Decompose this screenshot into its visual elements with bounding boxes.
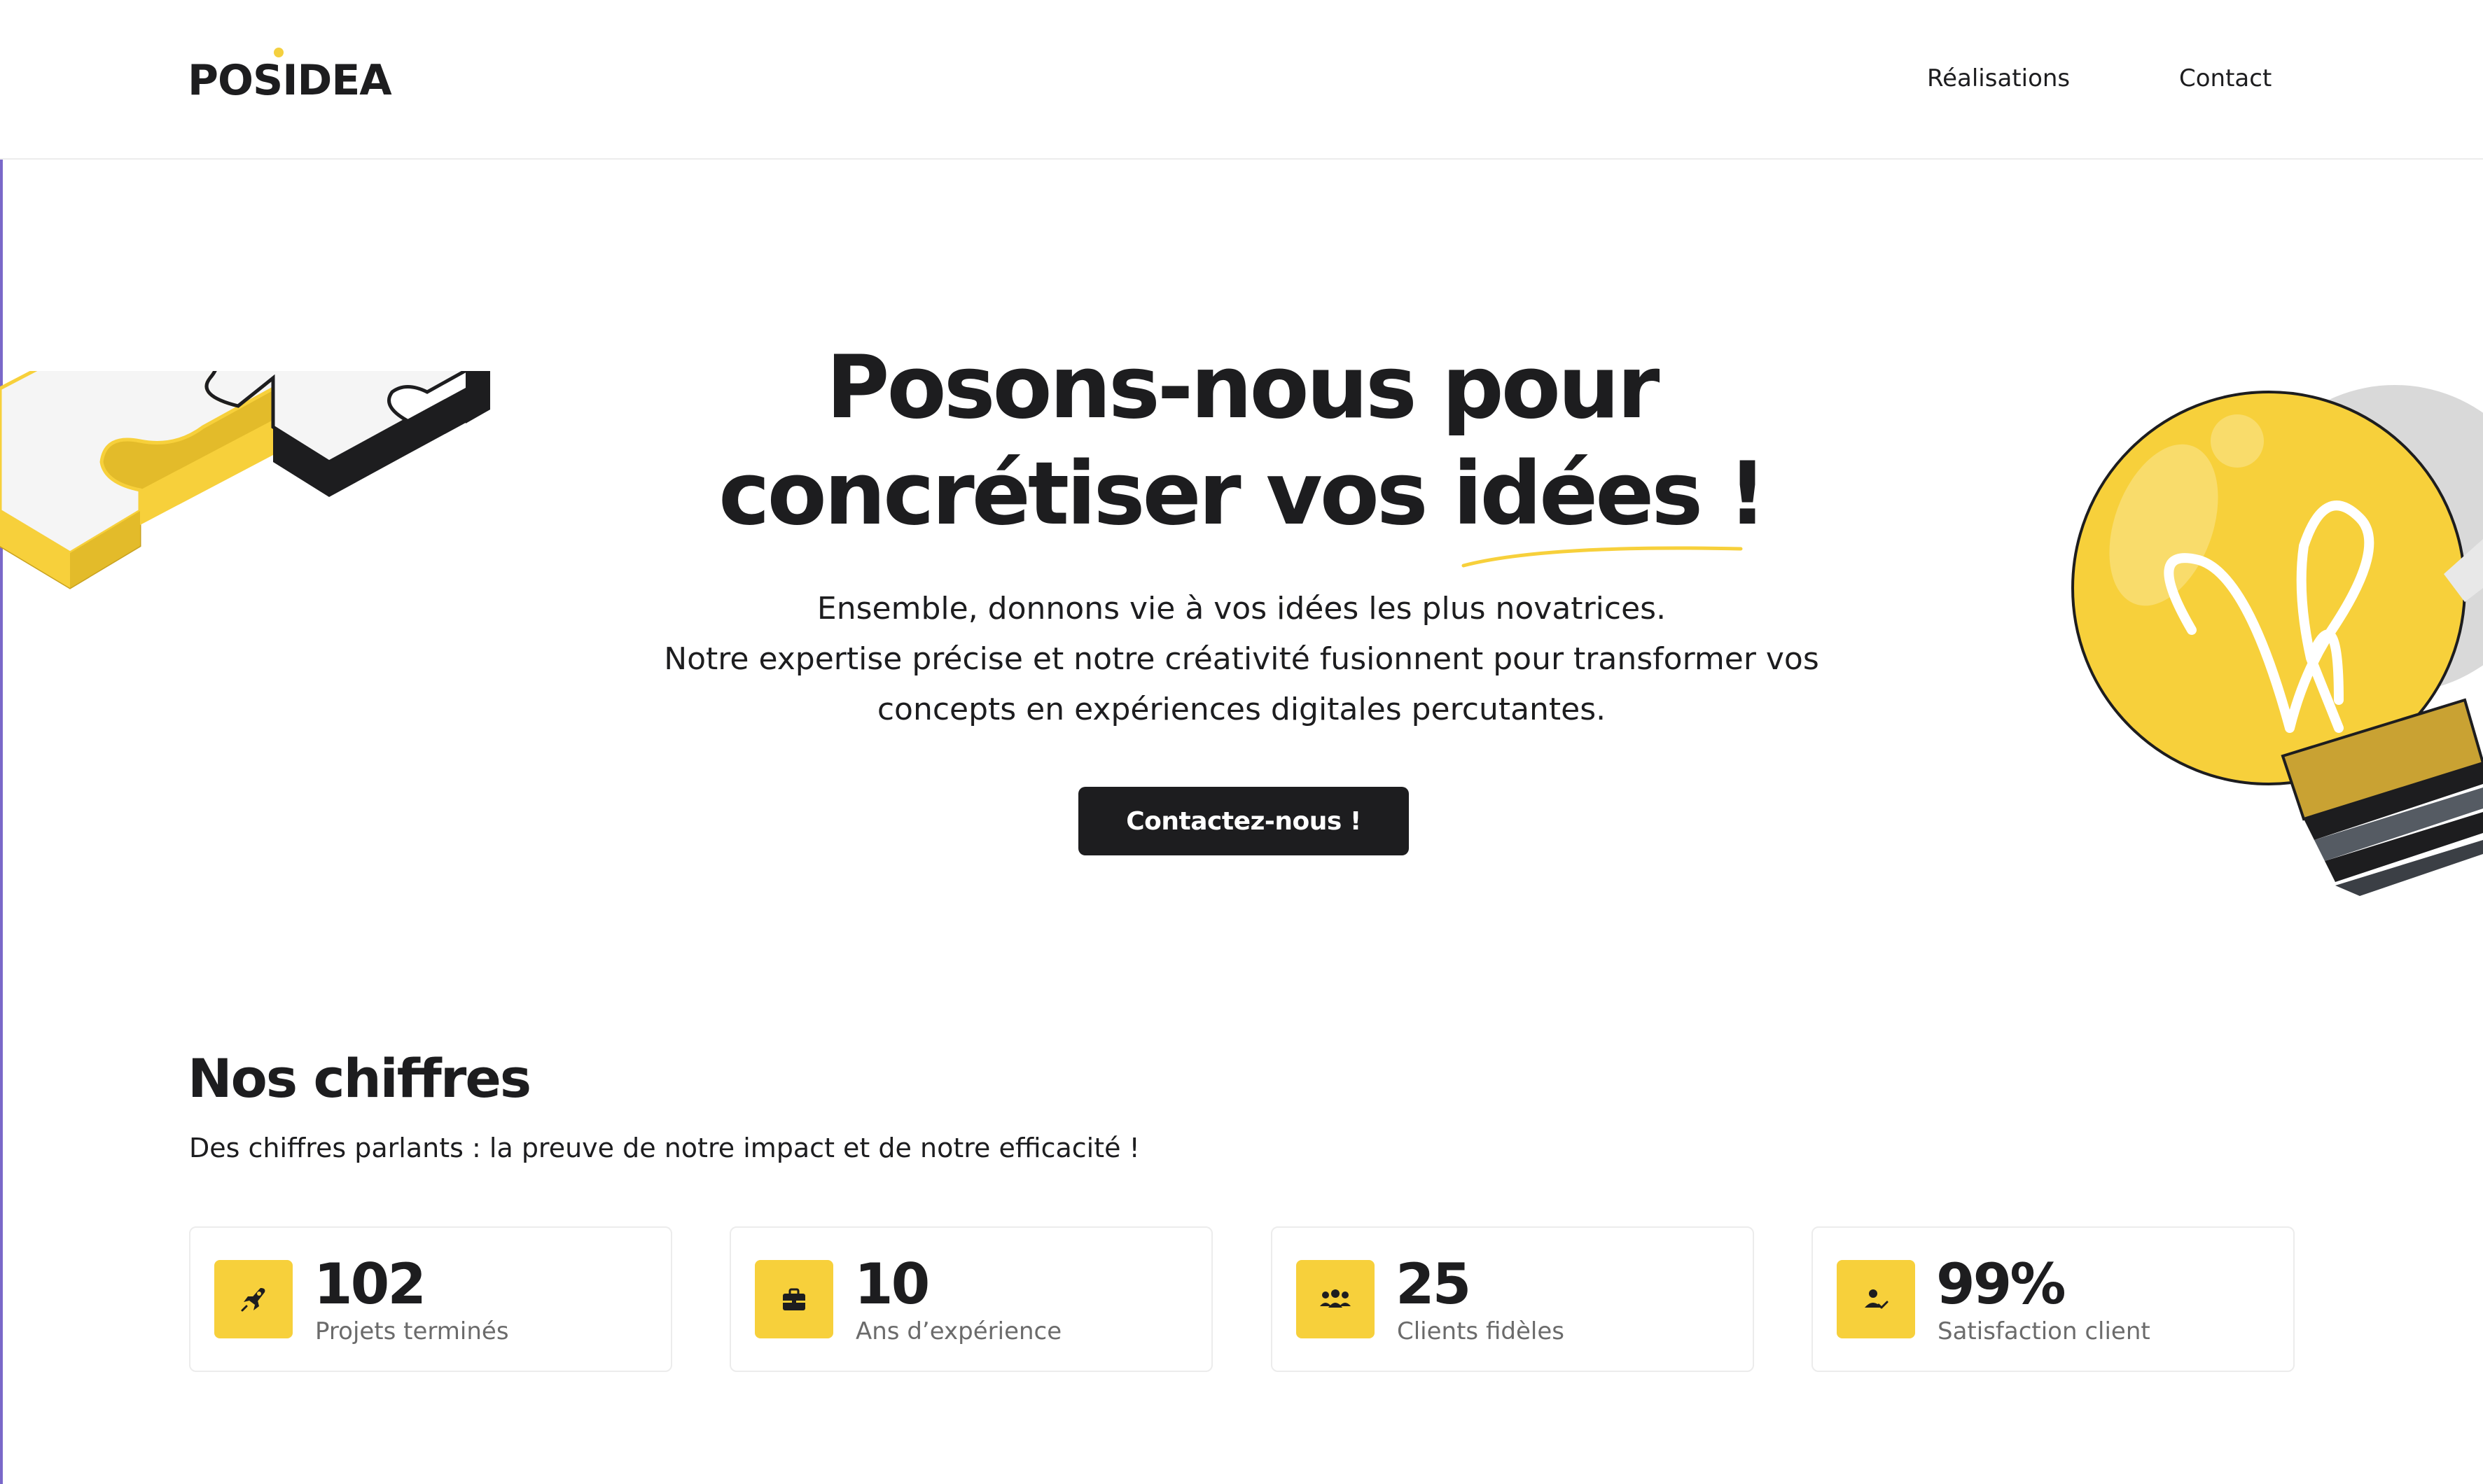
hero-subtitle-line-3: concepts en expériences digitales percut… (877, 692, 1606, 727)
stat-card-projects: 102 Projets terminés (189, 1226, 672, 1372)
hero-title-line-1: Posons-nous pour (826, 337, 1660, 438)
stat-card-experience: 10 Ans d’expérience (730, 1226, 1213, 1372)
stats-description: Des chiffres parlants : la preuve de not… (189, 1133, 1140, 1163)
stat-label: Ans d’expérience (856, 1317, 1062, 1345)
hero-subtitle-line-2: Notre expertise précise et notre créativ… (664, 641, 1819, 677)
hero-subtitle-line-1: Ensemble, donnons vie à vos idées les pl… (816, 591, 1667, 626)
group-icon (1296, 1260, 1375, 1338)
stat-label: Clients fidèles (1397, 1317, 1564, 1345)
hero-subtitle: Ensemble, donnons vie à vos idées les pl… (0, 584, 2483, 735)
stat-value: 25 (1396, 1252, 1471, 1317)
hero-title-line-2: concrétiser vos idées ! (718, 444, 1767, 545)
stat-value: 102 (314, 1252, 426, 1317)
site-header: POSIDEA Réalisations Contact (0, 0, 2483, 160)
stat-value: 99% (1936, 1252, 2066, 1317)
rocket-icon (214, 1260, 293, 1338)
briefcase-icon (755, 1260, 833, 1338)
nav-link-realisations[interactable]: Réalisations (1927, 64, 2070, 92)
logo[interactable]: POSIDEA (188, 56, 392, 105)
hero-title: Posons-nous pour concrétiser vos idées ! (0, 335, 2483, 547)
stat-card-satisfaction: 99% Satisfaction client (1811, 1226, 2295, 1372)
title-underline-decoration (1461, 546, 1743, 568)
nav-link-contact[interactable]: Contact (2179, 64, 2272, 92)
stat-label: Projets terminés (315, 1317, 509, 1345)
logo-dot (274, 48, 284, 57)
page: POSIDEA Réalisations Contact Posons-nous… (0, 0, 2483, 1484)
stat-label: Satisfaction client (1938, 1317, 2150, 1345)
stat-card-clients: 25 Clients fidèles (1271, 1226, 1754, 1372)
stat-value: 10 (854, 1252, 930, 1317)
stats-title: Nos chiffres (188, 1047, 531, 1110)
user-check-icon (1837, 1260, 1915, 1338)
contact-cta-button[interactable]: Contactez-nous ! (1078, 787, 1409, 855)
